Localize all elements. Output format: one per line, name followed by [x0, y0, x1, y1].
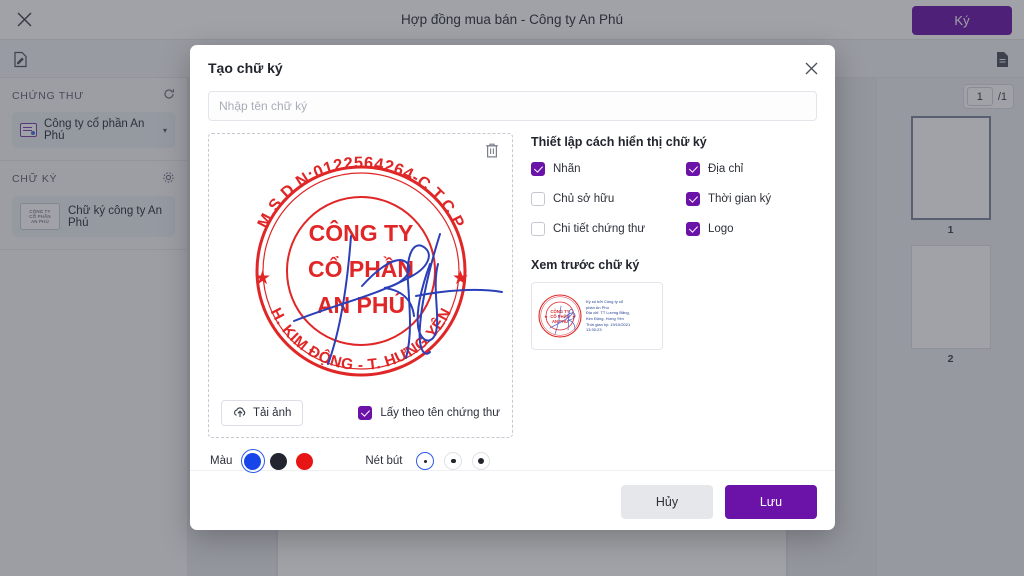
color-label: Màu [210, 455, 233, 467]
option-label: Nhãn [553, 163, 581, 175]
pen-size-options [416, 452, 491, 470]
display-options-pane: Thiết lập cách hiển thị chữ ký Nhãn Địa … [531, 133, 817, 438]
close-icon[interactable] [801, 58, 821, 78]
option-label: Logo [708, 223, 734, 235]
option-label: Chi tiết chứng thư [553, 223, 646, 235]
checkbox-box [358, 406, 373, 420]
signature-name-input[interactable] [208, 91, 817, 121]
dialog-footer: Hủy Lưu [190, 470, 835, 532]
upload-cloud-icon [233, 406, 247, 421]
svg-text:AN PHÚ: AN PHÚ [552, 319, 568, 324]
dialog-header: Tạo chữ ký [190, 45, 835, 91]
option-label: Địa chỉ [708, 163, 744, 175]
display-options-title: Thiết lập cách hiển thị chữ ký [531, 135, 707, 149]
signature-preview-card: CÔNG TY CỔ PHẦN AN PHÚ ★ ★ Ký số bởi Côn… [531, 282, 663, 350]
option-label: Chủ sở hữu [553, 193, 615, 205]
upload-image-button[interactable]: Tải ảnh [221, 400, 304, 426]
option-chi-tiet-chung-thu[interactable]: Chi tiết chứng thư [531, 222, 686, 236]
svg-text:★: ★ [452, 268, 469, 289]
dialog-title: Tạo chữ ký [208, 60, 283, 76]
save-button[interactable]: Lưu [725, 484, 817, 519]
checkbox-box [686, 222, 700, 236]
option-nhan[interactable]: Nhãn [531, 162, 686, 176]
pen-size-large[interactable] [472, 452, 491, 470]
color-swatch-black[interactable] [270, 452, 288, 470]
checkbox-box [531, 222, 545, 236]
display-options-grid: Nhãn Địa chỉ Chủ sở hữu Thời gian ký Chi… [531, 162, 817, 236]
option-thoi-gian-ky[interactable]: Thời gian ký [686, 192, 817, 206]
stamp-center-line-2: CỔ PHẦN [307, 255, 413, 282]
preview-title: Xem trước chữ ký [531, 258, 640, 272]
checkbox-box [686, 192, 700, 206]
option-chu-so-huu[interactable]: Chủ sở hữu [531, 192, 686, 206]
svg-text:★: ★ [254, 268, 271, 289]
checkbox-box [686, 162, 700, 176]
pen-controls-row: Màu Nét bút [208, 449, 817, 473]
option-logo[interactable]: Logo [686, 222, 817, 236]
stamp-center-line-1: CÔNG TY [308, 219, 413, 246]
option-label: Thời gian ký [708, 193, 772, 205]
color-swatches [240, 449, 314, 473]
color-swatch-blue[interactable] [240, 449, 265, 473]
cancel-button[interactable]: Hủy [621, 484, 713, 519]
checkbox-box [531, 192, 545, 206]
pen-label: Nét bút [365, 455, 403, 467]
use-cert-name-label: Lấy theo tên chứng thư [380, 407, 500, 419]
upload-image-label: Tải ảnh [253, 407, 292, 419]
create-signature-dialog: Tạo chữ ký Nhập tên chữ ký M.S.D.N:01225… [190, 45, 835, 530]
pen-size-medium[interactable] [444, 452, 463, 470]
signature-draw-area[interactable]: M.S.D.N:0122564264-C.T.C.P H. KIM ĐỘNG -… [208, 133, 513, 438]
option-dia-chi[interactable]: Địa chỉ [686, 162, 817, 176]
stamp-center-line-3: AN PHÚ [316, 291, 404, 318]
use-cert-name-checkbox[interactable]: Lấy theo tên chứng thư [358, 406, 500, 420]
dialog-body: M.S.D.N:0122564264-C.T.C.P H. KIM ĐỘNG -… [190, 91, 835, 473]
pen-size-small[interactable] [416, 452, 435, 470]
color-swatch-red[interactable] [296, 452, 314, 470]
checkbox-box [531, 162, 545, 176]
preview-text-block: Ký số bởi Công ty cổ phần An Phú Địa chỉ… [586, 299, 657, 333]
svg-text:★: ★ [572, 314, 577, 319]
signature-stamp-image: M.S.D.N:0122564264-C.T.C.P H. KIM ĐỘNG -… [209, 134, 512, 382]
svg-text:★: ★ [544, 314, 549, 319]
preview-stamp-icon: CÔNG TY CỔ PHẦN AN PHÚ ★ ★ [537, 288, 583, 344]
preview-line: 13:30:23 [586, 327, 602, 333]
draw-area-footer: Tải ảnh Lấy theo tên chứng thư [221, 400, 500, 426]
